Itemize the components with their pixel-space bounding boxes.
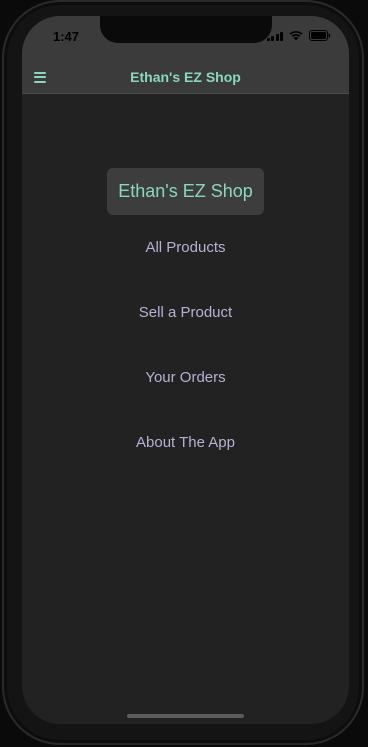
header-title: Ethan's EZ Shop — [130, 69, 241, 85]
nav-link-all-products[interactable]: All Products — [22, 239, 349, 256]
wifi-icon — [289, 30, 303, 41]
phone-frame: 1:47 Ethan's EZ Shop Ethan's EZ Shop All… — [2, 0, 364, 745]
notch — [100, 16, 272, 43]
app-header: Ethan's EZ Shop — [22, 62, 349, 94]
home-indicator[interactable] — [127, 714, 244, 718]
app-screen: 1:47 Ethan's EZ Shop Ethan's EZ Shop All… — [22, 16, 349, 724]
status-bar: 1:47 — [22, 16, 349, 62]
battery-icon — [309, 30, 331, 41]
nav-link-sell-product[interactable]: Sell a Product — [22, 304, 349, 321]
status-icons — [266, 30, 332, 41]
nav-link-your-orders[interactable]: Your Orders — [22, 369, 349, 386]
nav-link-about-app[interactable]: About The App — [22, 434, 349, 451]
status-time: 1:47 — [53, 29, 80, 44]
shop-title-banner: Ethan's EZ Shop — [107, 168, 264, 215]
cellular-signal-icon — [266, 31, 283, 41]
